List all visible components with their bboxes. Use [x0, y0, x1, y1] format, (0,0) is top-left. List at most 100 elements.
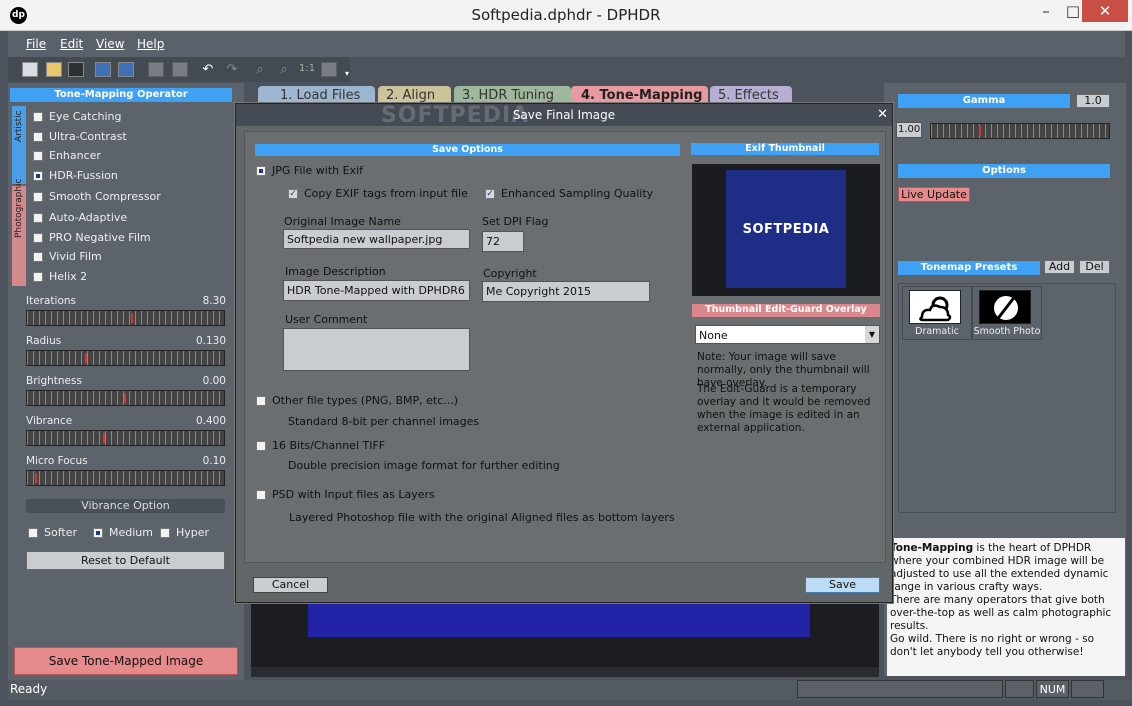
- other-types-description: Standard 8-bit per channel images: [288, 415, 480, 428]
- actual-size-icon[interactable]: 1:1: [299, 63, 315, 74]
- operator-radio[interactable]: [33, 171, 43, 181]
- operator-1[interactable]: Ultra-Contrast: [33, 130, 127, 143]
- delete-preset-button[interactable]: Del: [1079, 260, 1110, 274]
- operator-0[interactable]: Eye Catching: [33, 110, 122, 123]
- operator-8[interactable]: Helix 2: [33, 270, 87, 283]
- menu-help[interactable]: Help: [137, 37, 164, 51]
- operator-radio[interactable]: [33, 132, 43, 142]
- psd-radio[interactable]: [256, 490, 266, 500]
- menu-file[interactable]: File: [26, 37, 46, 51]
- paste-icon[interactable]: [172, 62, 188, 77]
- reset-to-default-button[interactable]: Reset to Default: [26, 551, 225, 570]
- zoom-in-icon[interactable]: ⌕: [252, 62, 268, 77]
- copy-icon[interactable]: [148, 62, 164, 77]
- dpi-field[interactable]: 72: [482, 231, 524, 252]
- menu-edit[interactable]: Edit: [60, 37, 83, 51]
- slider-track-1[interactable]: [26, 350, 225, 366]
- slider-handle[interactable]: [131, 313, 133, 323]
- copy-exif-checkbox[interactable]: [288, 189, 298, 199]
- slider-handle[interactable]: [35, 473, 37, 483]
- other-types-radio[interactable]: [256, 396, 266, 406]
- operator-radio[interactable]: [33, 233, 43, 243]
- operator-radio[interactable]: [33, 192, 43, 202]
- slider-track-2[interactable]: [26, 390, 225, 406]
- other-types-option[interactable]: Other file types (PNG, BMP, etc...): [256, 394, 458, 407]
- export-icon[interactable]: [118, 62, 134, 77]
- dialog-close-icon[interactable]: ✕: [877, 104, 888, 126]
- close-button[interactable]: ✕: [1082, 0, 1128, 22]
- operator-label: Ultra-Contrast: [49, 130, 127, 143]
- gamma-slider[interactable]: [930, 123, 1110, 139]
- copyright-field[interactable]: Me Copyright 2015: [482, 281, 650, 302]
- tiff-radio[interactable]: [256, 441, 266, 451]
- status-bar: Ready NUM: [8, 680, 1132, 700]
- operator-radio[interactable]: [33, 112, 43, 122]
- slider-track-3[interactable]: [26, 430, 225, 446]
- user-comment-field[interactable]: [283, 328, 470, 371]
- toolbar: ↶ ↷ ⌕ ⌕ 1:1 ▾: [8, 57, 350, 82]
- slider-handle[interactable]: [124, 393, 126, 403]
- fit-icon[interactable]: [321, 62, 337, 77]
- hyper-checkbox[interactable]: [160, 528, 170, 538]
- vibrance-softer-option[interactable]: Softer: [28, 526, 77, 539]
- open-icon[interactable]: [46, 62, 62, 77]
- operator-6[interactable]: PRO Negative Film: [33, 231, 151, 244]
- save-icon[interactable]: [68, 62, 84, 77]
- operator-3[interactable]: HDR-Fussion: [33, 169, 118, 182]
- overlay-select[interactable]: None ▼: [695, 325, 880, 344]
- chevron-down-icon[interactable]: ▼: [865, 326, 879, 343]
- gamma-slider-handle[interactable]: [979, 126, 981, 136]
- operator-2[interactable]: Enhancer: [33, 149, 101, 162]
- slider-value-0: 8.30: [202, 295, 226, 307]
- jpg-option[interactable]: JPG File with Exif: [256, 164, 363, 177]
- slider-handle[interactable]: [103, 433, 105, 443]
- operator-radio[interactable]: [33, 272, 43, 282]
- psd-description: Layered Photoshop file with the original…: [289, 511, 675, 524]
- status-caps: [1005, 680, 1034, 698]
- zoom-out-icon[interactable]: ⌕: [276, 62, 292, 77]
- redo-icon[interactable]: ↷: [224, 62, 240, 77]
- tiff-option[interactable]: 16 Bits/Channel TIFF: [256, 439, 385, 452]
- description-field[interactable]: HDR Tone-Mapped with DPHDR6: [283, 280, 470, 301]
- undo-icon[interactable]: ↶: [200, 62, 216, 77]
- operator-radio[interactable]: [33, 151, 43, 161]
- slider-track-0[interactable]: [26, 310, 225, 326]
- add-preset-button[interactable]: Add: [1044, 260, 1075, 274]
- operator-5[interactable]: Auto-Adaptive: [33, 211, 127, 224]
- enhanced-sampling-option[interactable]: Enhanced Sampling Quality: [485, 187, 653, 200]
- save-tone-mapped-image-button[interactable]: Save Tone-Mapped Image: [14, 647, 238, 675]
- save-as-icon[interactable]: [95, 62, 111, 77]
- live-update-button[interactable]: Live Update: [898, 187, 970, 202]
- menu-view[interactable]: View: [96, 37, 124, 51]
- operator-label: Vivid Film: [49, 250, 102, 263]
- toolbar-overflow-icon[interactable]: ▾: [345, 69, 349, 78]
- gamma-input[interactable]: 1.00: [896, 122, 922, 138]
- vibrance-medium-option[interactable]: Medium: [93, 526, 153, 539]
- tone-mapping-operator-header: Tone-Mapping Operator: [10, 88, 232, 102]
- operator-7[interactable]: Vivid Film: [33, 250, 102, 263]
- viewer-scrollbar[interactable]: [251, 667, 879, 677]
- operator-radio[interactable]: [33, 213, 43, 223]
- new-icon[interactable]: [22, 62, 38, 77]
- slider-label-4: Micro Focus: [26, 455, 88, 467]
- jpg-radio[interactable]: [256, 166, 266, 176]
- enhanced-sampling-checkbox[interactable]: [485, 189, 495, 199]
- preset-dramatic[interactable]: Dramatic: [902, 286, 972, 340]
- slider-track-4[interactable]: [26, 470, 225, 486]
- softer-checkbox[interactable]: [28, 528, 38, 538]
- operator-label: Auto-Adaptive: [49, 211, 128, 224]
- slider-value-4: 0.10: [202, 455, 226, 467]
- minimize-button[interactable]: –: [1032, 0, 1060, 22]
- original-name-field[interactable]: Softpedia new wallpaper.jpg: [283, 229, 470, 249]
- slider-handle[interactable]: [85, 353, 87, 363]
- preset-smooth-photo[interactable]: Smooth Photo: [972, 286, 1042, 340]
- operator-radio[interactable]: [33, 252, 43, 262]
- psd-option[interactable]: PSD with Input files as Layers: [256, 488, 435, 501]
- photographic-group-tab: Photographic: [12, 179, 26, 286]
- vibrance-hyper-option[interactable]: Hyper: [160, 526, 209, 539]
- operator-4[interactable]: Smooth Compressor: [33, 190, 161, 203]
- cancel-button[interactable]: Cancel: [253, 577, 328, 593]
- save-button[interactable]: Save: [805, 577, 880, 593]
- medium-checkbox[interactable]: [93, 528, 103, 538]
- copy-exif-option[interactable]: Copy EXIF tags from input file: [288, 187, 468, 200]
